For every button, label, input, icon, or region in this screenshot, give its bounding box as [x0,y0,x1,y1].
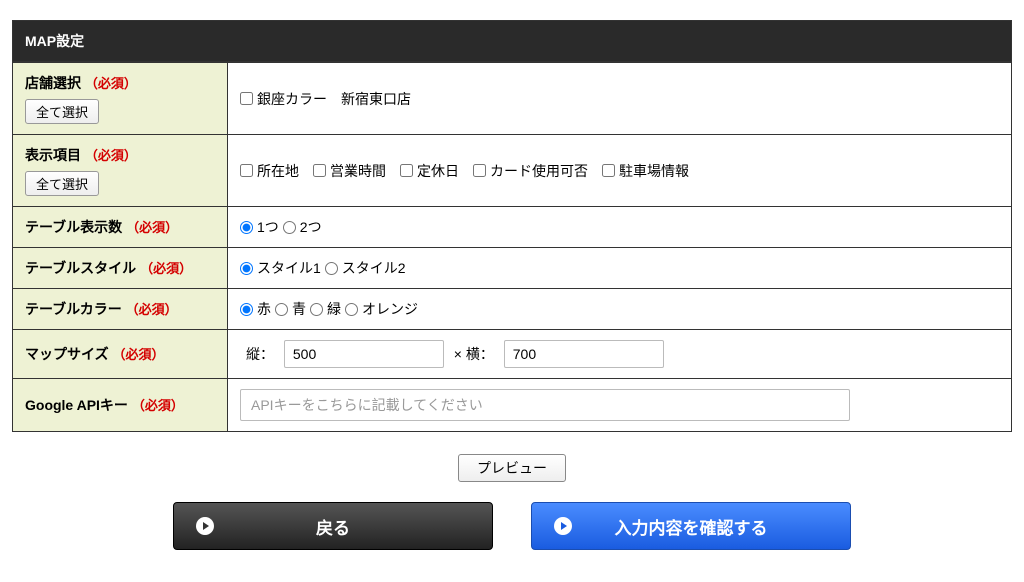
display-item-option-0[interactable]: 所在地 [240,161,299,181]
select-all-display-button[interactable]: 全て選択 [25,171,99,196]
display-item-label-0: 所在地 [257,161,299,181]
row-display-items: 表示項目 （必須） 全て選択 所在地 営業時間 定休日 カード使用可否 駐車場情報 [13,135,1012,207]
display-item-option-2[interactable]: 定休日 [400,161,459,181]
display-item-checkbox-0[interactable] [240,164,253,177]
table-color-option-3[interactable]: オレンジ [345,299,418,319]
store-option-label-0: 銀座カラー 新宿東口店 [257,89,411,109]
table-style-radio-1[interactable] [325,262,338,275]
required-badge: （必須） [85,148,137,163]
table-style-label-1: スタイル2 [342,258,406,278]
display-item-checkbox-2[interactable] [400,164,413,177]
display-item-label-2: 定休日 [417,161,459,181]
table-color-label-0: 赤 [257,299,271,319]
display-item-label-3: カード使用可否 [490,161,588,181]
preview-button[interactable]: プレビュー [458,454,566,482]
row-table-color: テーブルカラー （必須） 赤 青 緑 オレンジ [13,289,1012,330]
label-table-count: テーブル表示数 （必須） [13,207,228,248]
label-table-count-text: テーブル表示数 [25,219,122,235]
label-store: 店舗選択 （必須） 全て選択 [13,63,228,135]
table-color-label-1: 青 [292,299,306,319]
display-item-checkbox-3[interactable] [473,164,486,177]
label-map-size-text: マップサイズ [25,346,109,362]
table-color-label-3: オレンジ [362,299,418,319]
table-style-radio-0[interactable] [240,262,253,275]
cell-store-options: 銀座カラー 新宿東口店 [228,63,1012,135]
map-width-input[interactable] [504,340,664,368]
cell-table-style: スタイル1 スタイル2 [228,248,1012,289]
table-count-option-0[interactable]: 1つ [240,217,279,237]
label-table-style: テーブルスタイル （必須） [13,248,228,289]
required-badge: （必須） [132,398,184,413]
confirm-button-label: 入力内容を確認する [615,514,768,539]
cell-table-count: 1つ 2つ [228,207,1012,248]
cell-api-key [228,379,1012,432]
api-key-input[interactable] [240,389,850,421]
label-vertical: 縦： [246,346,274,362]
table-count-label-1: 2つ [300,217,322,237]
map-settings-panel: MAP設定 店舗選択 （必須） 全て選択 銀座カラー 新宿東口店 表示項目 [12,20,1012,550]
arrow-right-icon [196,517,214,535]
required-badge: （必須） [112,347,164,362]
table-count-radio-0[interactable] [240,221,253,234]
store-option-0[interactable]: 銀座カラー 新宿東口店 [240,89,411,109]
required-badge: （必須） [85,76,137,91]
table-color-radio-2[interactable] [310,303,323,316]
display-item-option-3[interactable]: カード使用可否 [473,161,588,181]
table-color-radio-3[interactable] [345,303,358,316]
label-store-text: 店舗選択 [25,75,81,91]
required-badge: （必須） [126,220,178,235]
label-map-size: マップサイズ （必須） [13,330,228,379]
select-all-store-button[interactable]: 全て選択 [25,99,99,124]
table-count-option-1[interactable]: 2つ [283,217,322,237]
settings-table: 店舗選択 （必須） 全て選択 銀座カラー 新宿東口店 表示項目 （必須） 全て選… [12,62,1012,432]
table-color-radio-1[interactable] [275,303,288,316]
arrow-right-icon [554,517,572,535]
table-style-option-1[interactable]: スタイル2 [325,258,406,278]
confirm-button[interactable]: 入力内容を確認する [531,502,851,550]
cell-display-options: 所在地 営業時間 定休日 カード使用可否 駐車場情報 [228,135,1012,207]
back-button[interactable]: 戻る [173,502,493,550]
table-style-label-0: スタイル1 [257,258,321,278]
row-api-key: Google APIキー （必須） [13,379,1012,432]
label-table-color-text: テーブルカラー [25,301,122,317]
cell-map-size: 縦： × 横： [228,330,1012,379]
label-display-items-text: 表示項目 [25,147,81,163]
table-color-radio-0[interactable] [240,303,253,316]
label-table-color: テーブルカラー （必須） [13,289,228,330]
panel-title: MAP設定 [12,20,1012,62]
label-horizontal: × 横： [454,346,494,362]
display-item-label-1: 営業時間 [330,161,386,181]
table-color-option-1[interactable]: 青 [275,299,306,319]
cell-table-color: 赤 青 緑 オレンジ [228,289,1012,330]
display-item-label-4: 駐車場情報 [619,161,689,181]
display-item-option-1[interactable]: 営業時間 [313,161,386,181]
table-color-option-2[interactable]: 緑 [310,299,341,319]
row-map-size: マップサイズ （必須） 縦： × 横： [13,330,1012,379]
label-table-style-text: テーブルスタイル [25,260,136,276]
store-checkbox-0[interactable] [240,92,253,105]
row-store: 店舗選択 （必須） 全て選択 銀座カラー 新宿東口店 [13,63,1012,135]
action-button-row: 戻る 入力内容を確認する [12,502,1012,550]
row-table-count: テーブル表示数 （必須） 1つ 2つ [13,207,1012,248]
required-badge: （必須） [126,302,178,317]
table-color-label-2: 緑 [327,299,341,319]
label-display-items: 表示項目 （必須） 全て選択 [13,135,228,207]
map-height-input[interactable] [284,340,444,368]
table-count-label-0: 1つ [257,217,279,237]
label-api-key-text: Google APIキー [25,397,128,413]
display-item-checkbox-1[interactable] [313,164,326,177]
display-item-option-4[interactable]: 駐車場情報 [602,161,689,181]
table-count-radio-1[interactable] [283,221,296,234]
required-badge: （必須） [140,261,192,276]
label-api-key: Google APIキー （必須） [13,379,228,432]
row-table-style: テーブルスタイル （必須） スタイル1 スタイル2 [13,248,1012,289]
table-color-option-0[interactable]: 赤 [240,299,271,319]
back-button-label: 戻る [316,514,350,539]
display-item-checkbox-4[interactable] [602,164,615,177]
table-style-option-0[interactable]: スタイル1 [240,258,321,278]
